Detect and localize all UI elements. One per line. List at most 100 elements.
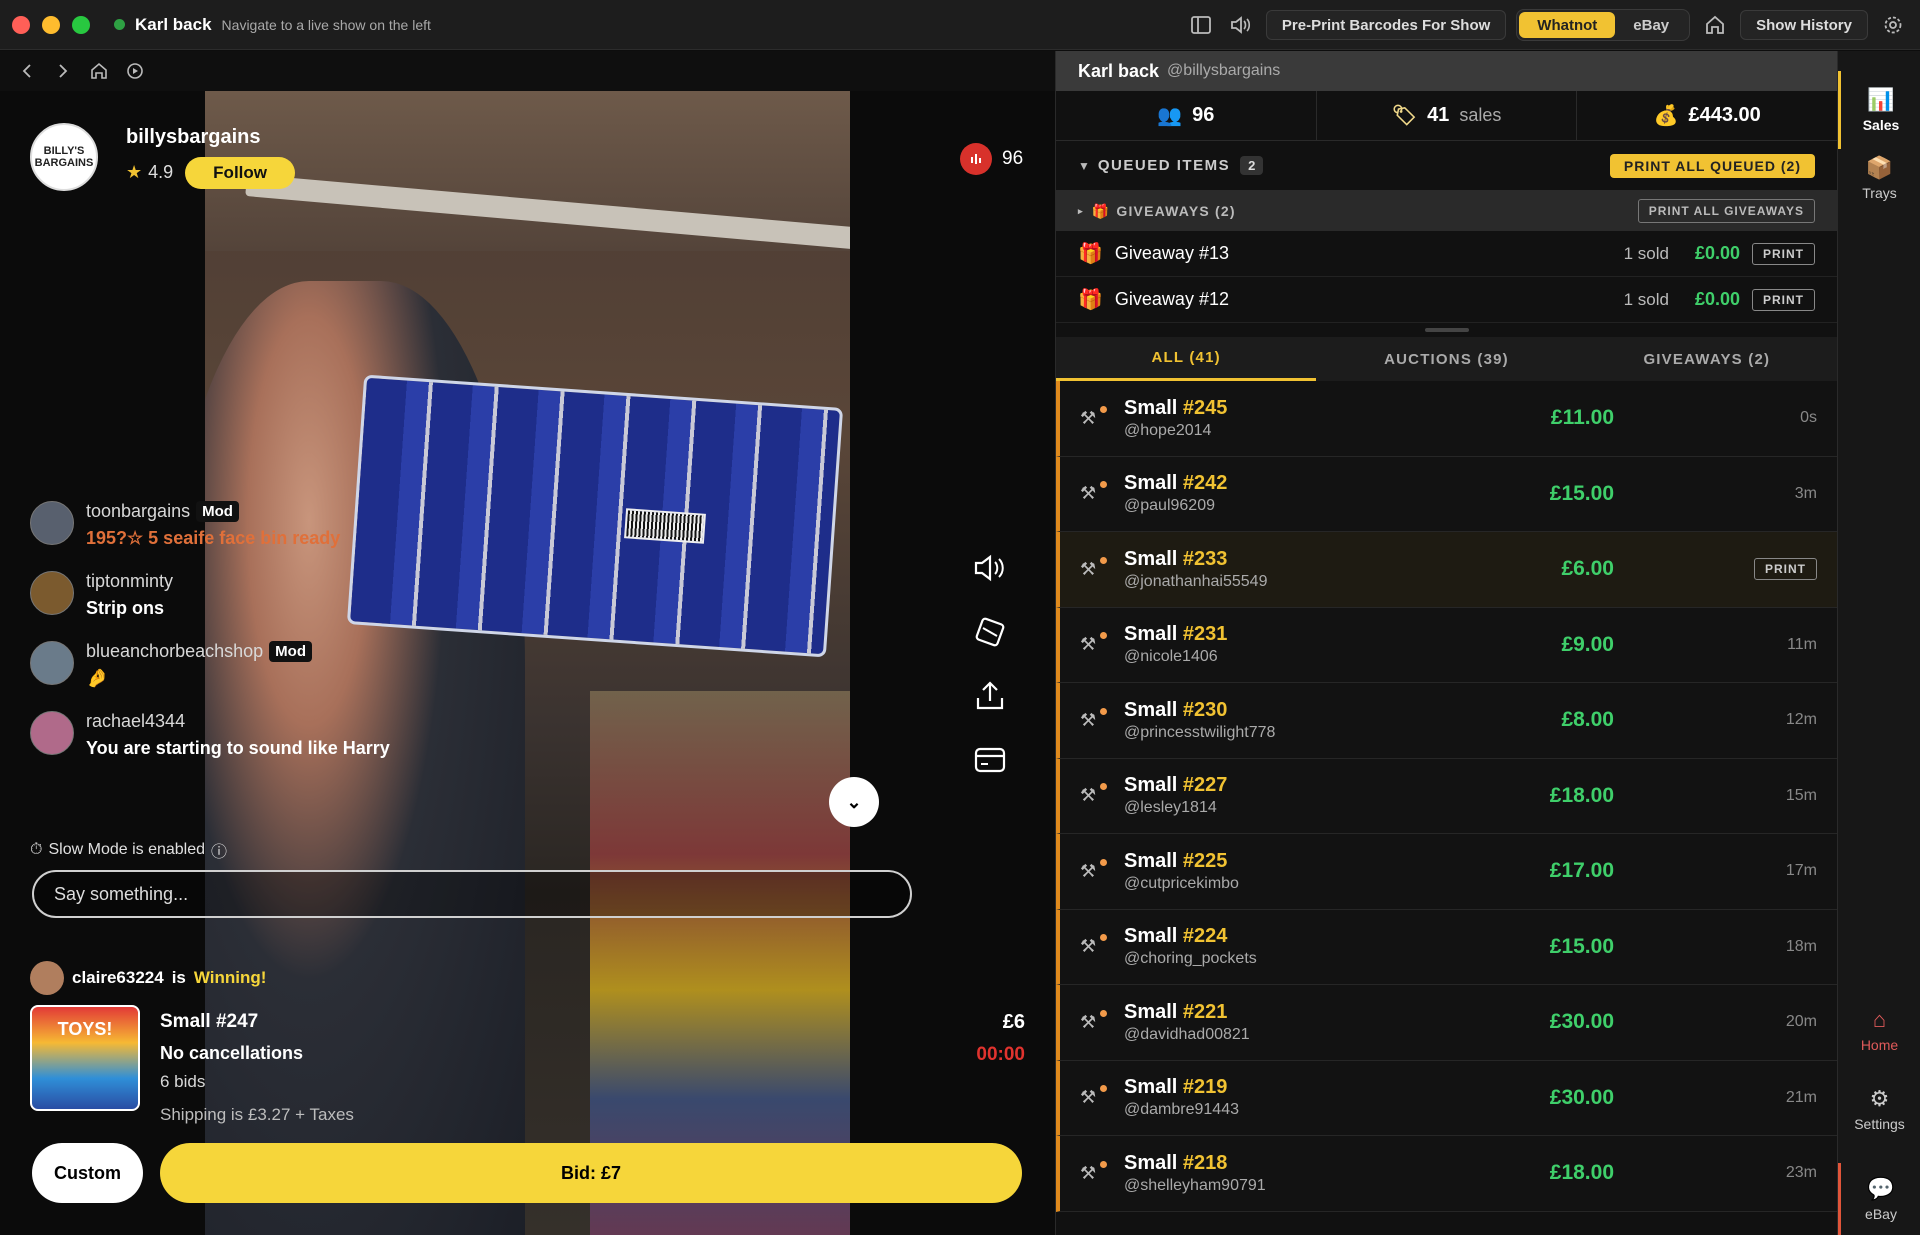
print-all-giveaways-button[interactable]: PRINT ALL GIVEAWAYS bbox=[1637, 199, 1815, 223]
sale-row[interactable]: ⚒ Small #233 @jonathanhai55549 £6.00 PRINT bbox=[1056, 532, 1837, 608]
sidebar-toggle-icon[interactable] bbox=[1186, 10, 1216, 40]
payment-card-icon[interactable] bbox=[970, 740, 1010, 780]
sale-price: £8.00 bbox=[1561, 708, 1614, 732]
window-controls bbox=[12, 15, 90, 34]
chat-username[interactable]: tiptonminty bbox=[86, 571, 173, 592]
sale-item-prefix: Small bbox=[1124, 774, 1183, 797]
stat-revenue-value: £443.00 bbox=[1688, 104, 1761, 126]
sale-buyer[interactable]: @cutpricekimbo bbox=[1124, 875, 1494, 893]
chat-username[interactable]: toonbargains bbox=[86, 501, 190, 522]
sale-buyer[interactable]: @hope2014 bbox=[1124, 422, 1494, 440]
queued-items-header[interactable]: ▼ QUEUED ITEMS 2 PRINT ALL QUEUED (2) bbox=[1056, 141, 1837, 191]
print-button[interactable]: PRINT bbox=[1754, 558, 1817, 581]
zoom-window-button[interactable] bbox=[72, 15, 90, 34]
resize-handle[interactable] bbox=[1056, 323, 1837, 337]
share-icon[interactable] bbox=[970, 676, 1010, 716]
giveaway-sold: 1 sold bbox=[1623, 243, 1669, 263]
gear-icon[interactable] bbox=[1878, 10, 1908, 40]
sidebar-item-settings[interactable]: ⚙ Settings bbox=[1838, 1086, 1920, 1132]
lot-thumbnail[interactable]: TOYS! bbox=[30, 1005, 140, 1111]
back-arrow-icon[interactable] bbox=[16, 60, 38, 82]
show-stats: 👥 96 🏷 41 sales 💰 £443.00 bbox=[1056, 91, 1837, 141]
sale-item-name: Small #231 bbox=[1124, 623, 1494, 646]
close-window-button[interactable] bbox=[12, 15, 30, 34]
custom-bid-button[interactable]: Custom bbox=[32, 1143, 143, 1203]
sale-row[interactable]: ⚒ Small #231 @nicole1406 £9.00 11m bbox=[1056, 607, 1837, 683]
stat-viewers-value: 96 bbox=[1192, 104, 1215, 126]
bid-button[interactable]: Bid: £7 bbox=[160, 1143, 1022, 1203]
winner-username[interactable]: claire63224 bbox=[72, 968, 164, 988]
sale-buyer[interactable]: @choring_pockets bbox=[1124, 950, 1494, 968]
gavel-icon: ⚒ bbox=[1080, 405, 1116, 429]
chat-username[interactable]: blueanchorbeachshop bbox=[86, 641, 263, 662]
sidebar-item-home[interactable]: ⌂ Home bbox=[1838, 1007, 1920, 1053]
chat-username[interactable]: rachael4344 bbox=[86, 711, 185, 732]
forward-arrow-icon[interactable] bbox=[52, 60, 74, 82]
home-icon[interactable] bbox=[1700, 10, 1730, 40]
sidebar-item-sales[interactable]: 📊 Sales bbox=[1838, 71, 1920, 149]
show-history-button[interactable]: Show History bbox=[1740, 10, 1868, 40]
queued-items-label: QUEUED ITEMS bbox=[1097, 157, 1231, 174]
info-icon[interactable]: ⓘ bbox=[211, 838, 227, 862]
sale-time: 15m bbox=[1785, 786, 1817, 804]
sale-row[interactable]: ⚒ Small #230 @princesstwilight778 £8.00 12m bbox=[1056, 683, 1837, 759]
chat-avatar[interactable] bbox=[30, 501, 74, 545]
tab-all[interactable]: ALL (41) bbox=[1056, 337, 1317, 381]
lot-note: No cancellations bbox=[160, 1043, 304, 1063]
platform-ebay-tab[interactable]: eBay bbox=[1615, 12, 1687, 38]
minimize-window-button[interactable] bbox=[42, 15, 60, 34]
chat-input[interactable]: Say something... bbox=[32, 870, 912, 918]
sale-info: Small #221 @davidhad00821 bbox=[1124, 1001, 1494, 1044]
gift-ticket-icon[interactable] bbox=[970, 612, 1010, 652]
sale-item-name: Small #225 bbox=[1124, 850, 1494, 873]
sale-buyer[interactable]: @paul96209 bbox=[1124, 497, 1494, 515]
sale-row[interactable]: ⚒ Small #218 @shelleyham90791 £18.00 23m bbox=[1056, 1136, 1837, 1212]
print-button[interactable]: PRINT bbox=[1752, 242, 1815, 265]
sale-item-number: #233 bbox=[1182, 547, 1228, 570]
sidebar-item-trays[interactable]: 📦 Trays bbox=[1838, 155, 1920, 201]
chat-avatar[interactable] bbox=[30, 641, 74, 685]
chat-avatar[interactable] bbox=[30, 711, 74, 755]
sidebar-item-ebay[interactable]: 💬 eBay bbox=[1838, 1163, 1920, 1235]
tab-auctions[interactable]: AUCTIONS (39) bbox=[1316, 337, 1576, 381]
timer-icon: ⏱ bbox=[30, 841, 43, 858]
sale-buyer[interactable]: @jonathanhai55549 bbox=[1124, 573, 1494, 591]
preprint-barcodes-button[interactable]: Pre-Print Barcodes For Show bbox=[1265, 10, 1507, 40]
chat-text: You are starting to sound like Harry bbox=[86, 738, 390, 758]
queued-giveaway-row[interactable]: 🎁 Giveaway #13 1 sold £0.00 PRINT bbox=[1056, 231, 1837, 277]
sale-buyer[interactable]: @princesstwilight778 bbox=[1124, 724, 1494, 742]
seller-avatar[interactable]: BILLY'S BARGAINS bbox=[30, 123, 98, 191]
sale-row[interactable]: ⚒ Small #219 @dambre91443 £30.00 21m bbox=[1056, 1060, 1837, 1136]
sale-row[interactable]: ⚒ Small #224 @choring_pockets £15.00 18m bbox=[1056, 909, 1837, 985]
seller-name[interactable]: billysbargains bbox=[126, 126, 295, 149]
sale-buyer[interactable]: @shelleyham90791 bbox=[1124, 1177, 1494, 1195]
giveaways-group-header[interactable]: ▸ 🎁 GIVEAWAYS (2) PRINT ALL GIVEAWAYS bbox=[1056, 191, 1837, 231]
collapse-caret-icon[interactable]: ▼ bbox=[1078, 159, 1090, 173]
sale-buyer[interactable]: @lesley1814 bbox=[1124, 799, 1494, 817]
follow-button[interactable]: Follow bbox=[185, 156, 295, 189]
sale-buyer[interactable]: @davidhad00821 bbox=[1124, 1026, 1494, 1044]
bar-chart-icon: 📊 bbox=[1867, 87, 1895, 112]
seller-header: BILLY'S BARGAINS billysbargains ★ 4.9 Fo… bbox=[30, 123, 295, 191]
lot-bid-count: 6 bids bbox=[160, 1072, 206, 1091]
sound-icon[interactable] bbox=[1226, 10, 1256, 40]
expand-caret-icon[interactable]: ▸ bbox=[1078, 206, 1084, 217]
nav-home-icon[interactable] bbox=[88, 60, 110, 82]
sale-row[interactable]: ⚒ Small #245 @hope2014 £11.00 0s bbox=[1056, 381, 1837, 457]
sale-row[interactable]: ⚒ Small #227 @lesley1814 £18.00 15m bbox=[1056, 758, 1837, 834]
print-button[interactable]: PRINT bbox=[1752, 288, 1815, 311]
chat-avatar[interactable] bbox=[30, 571, 74, 615]
queued-giveaway-row[interactable]: 🎁 Giveaway #12 1 sold £0.00 PRINT bbox=[1056, 277, 1837, 323]
sale-buyer[interactable]: @dambre91443 bbox=[1124, 1101, 1494, 1119]
volume-icon[interactable] bbox=[970, 548, 1010, 588]
scroll-down-chevron-icon[interactable]: ⌄ bbox=[829, 777, 879, 827]
sale-row[interactable]: ⚒ Small #221 @davidhad00821 £30.00 20m bbox=[1056, 985, 1837, 1061]
tab-giveaways[interactable]: GIVEAWAYS (2) bbox=[1577, 337, 1837, 381]
play-circle-icon[interactable] bbox=[124, 60, 146, 82]
print-all-queued-button[interactable]: PRINT ALL QUEUED (2) bbox=[1609, 153, 1815, 178]
sale-time: 17m bbox=[1785, 862, 1817, 880]
sale-buyer[interactable]: @nicole1406 bbox=[1124, 648, 1494, 666]
platform-whatnot-tab[interactable]: Whatnot bbox=[1519, 12, 1616, 38]
sale-row[interactable]: ⚒ Small #242 @paul96209 £15.00 3m bbox=[1056, 456, 1837, 532]
sale-row[interactable]: ⚒ Small #225 @cutpricekimbo £17.00 17m bbox=[1056, 834, 1837, 910]
